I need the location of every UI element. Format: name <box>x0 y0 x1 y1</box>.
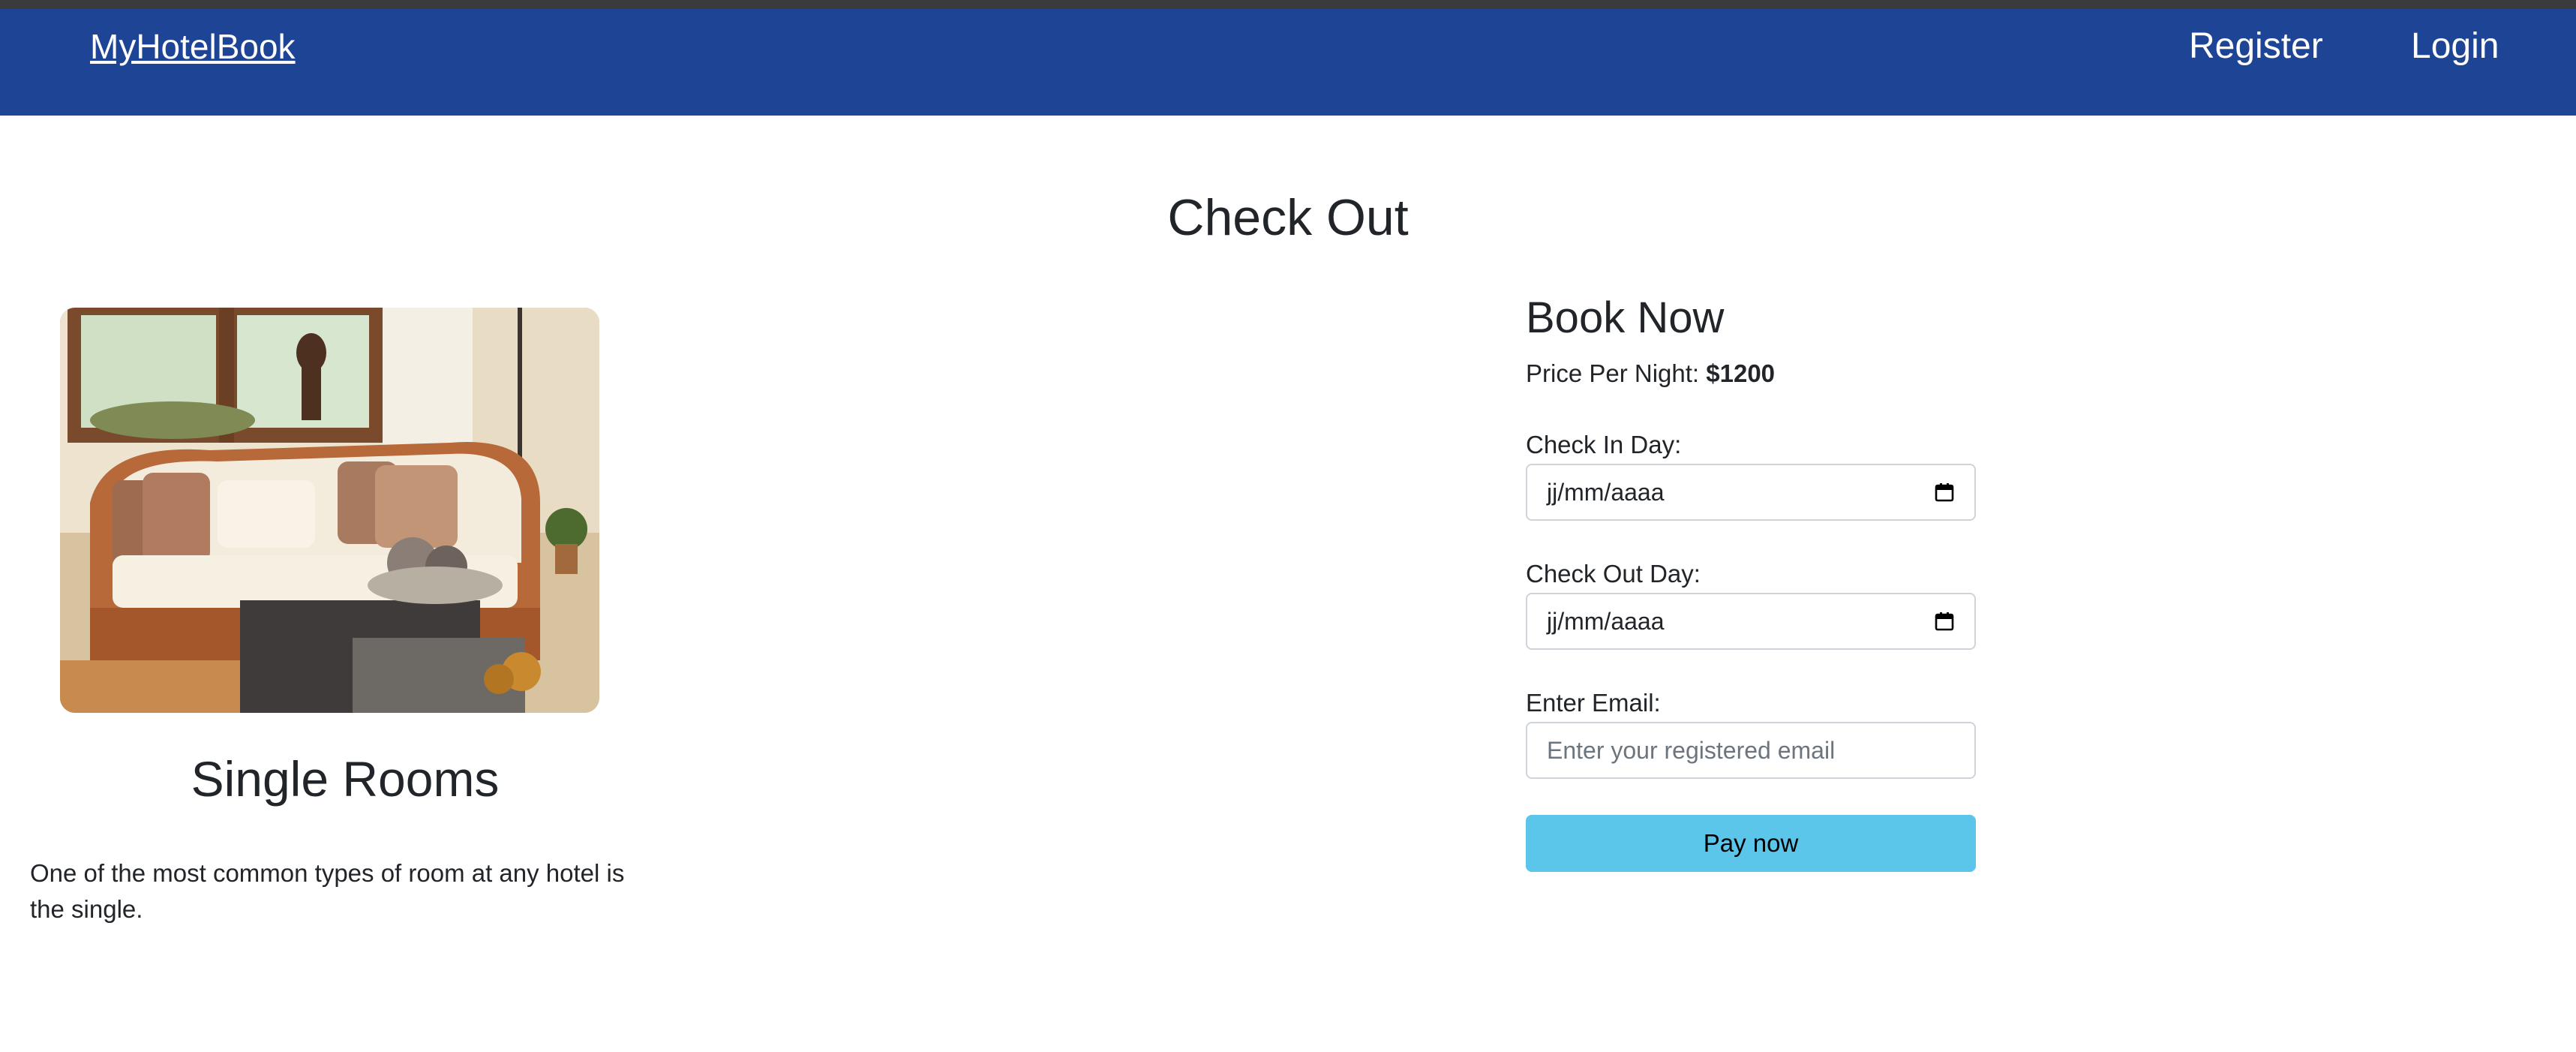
login-link[interactable]: Login <box>2411 24 2499 69</box>
price-per-night: Price Per Night: $1200 <box>1526 356 1775 392</box>
email-label: Enter Email: <box>1526 689 1661 717</box>
room-title: Single Rooms <box>191 751 500 807</box>
calendar-icon[interactable] <box>1934 482 1955 503</box>
calendar-icon[interactable] <box>1934 611 1955 632</box>
check-in-date-input[interactable]: jj/mm/aaaa <box>1526 464 1976 521</box>
booking-title: Book Now <box>1526 293 1725 342</box>
room-description: One of the most common types of room at … <box>30 859 625 923</box>
price-label: Price Per Night: <box>1526 359 1700 387</box>
page-title: Check Out <box>1167 189 1409 246</box>
check-in-date-value: jj/mm/aaaa <box>1547 478 1665 506</box>
room-image <box>60 308 599 713</box>
register-link[interactable]: Register <box>2189 24 2323 69</box>
email-input[interactable] <box>1526 722 1976 779</box>
pay-now-button[interactable]: Pay now <box>1526 815 1976 872</box>
check-out-label: Check Out Day: <box>1526 560 1701 588</box>
check-out-date-input[interactable]: jj/mm/aaaa <box>1526 593 1976 650</box>
check-in-label: Check In Day: <box>1526 431 1682 458</box>
brand-link[interactable]: MyHotelBook <box>90 24 296 69</box>
navbar: MyHotelBook Register Login <box>0 9 2576 116</box>
check-out-date-value: jj/mm/aaaa <box>1547 607 1665 635</box>
browser-top-strip <box>0 0 2576 9</box>
price-value: $1200 <box>1706 359 1776 387</box>
